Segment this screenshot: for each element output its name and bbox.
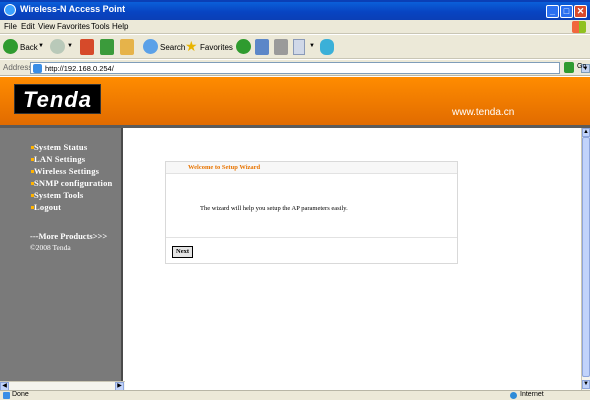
address-field[interactable]: http://192.168.0.254/ ▼ bbox=[30, 62, 590, 74]
window-title: Wireless-N Access Point bbox=[20, 4, 126, 14]
sidebar-nav: System Status LAN Settings Wireless Sett… bbox=[0, 128, 123, 381]
toolbar: Back ▼ ▼ Search ★ Favorites ▼ bbox=[0, 35, 590, 59]
address-bar: Address http://192.168.0.254/ ▼ Go bbox=[0, 60, 590, 76]
sidebar-item-system-tools[interactable]: System Tools bbox=[34, 190, 83, 200]
menu-bar: File Edit View Favorites Tools Help bbox=[0, 20, 590, 34]
address-url[interactable]: http://192.168.0.254/ bbox=[45, 64, 114, 73]
security-zone-text: Internet bbox=[520, 391, 544, 398]
minimize-button[interactable]: _ bbox=[546, 5, 559, 18]
logo-text: Tenda bbox=[23, 87, 92, 112]
menu-favorites[interactable]: Favorites bbox=[57, 22, 90, 31]
scrollbar-thumb[interactable] bbox=[582, 137, 590, 377]
page-vertical-scrollbar[interactable]: ▲ ▼ bbox=[581, 128, 590, 390]
sidebar-item-logout[interactable]: Logout bbox=[34, 202, 61, 212]
history-icon[interactable] bbox=[236, 39, 251, 54]
edit-icon[interactable] bbox=[293, 39, 305, 55]
search-icon[interactable] bbox=[143, 39, 158, 54]
maximize-button[interactable]: □ bbox=[560, 5, 573, 18]
close-button[interactable]: ✕ bbox=[574, 5, 587, 18]
forward-arrow-icon[interactable] bbox=[50, 39, 65, 54]
page-header: Tenda www.tenda.cn bbox=[0, 77, 590, 125]
windows-logo-icon bbox=[572, 21, 586, 33]
wizard-description: The wizard will help you setup the AP pa… bbox=[200, 205, 348, 212]
go-button-label[interactable]: Go bbox=[577, 63, 586, 70]
refresh-icon[interactable] bbox=[100, 39, 114, 55]
next-button[interactable]: Next bbox=[172, 246, 193, 258]
scroll-down-icon[interactable]: ▼ bbox=[582, 380, 590, 389]
copyright-text: ©2008 Tenda bbox=[30, 243, 71, 252]
more-products-link[interactable]: ---More Products>>> bbox=[30, 231, 107, 241]
forward-dropdown-icon[interactable]: ▼ bbox=[67, 43, 73, 49]
status-text: Done bbox=[12, 391, 29, 398]
setup-wizard-panel: Welcome to Setup Wizard The wizard will … bbox=[165, 161, 458, 264]
sidebar-item-system-status[interactable]: System Status bbox=[34, 142, 87, 152]
stop-icon[interactable] bbox=[80, 39, 94, 55]
address-label: Address bbox=[3, 63, 33, 72]
header-site-url: www.tenda.cn bbox=[452, 107, 515, 118]
wizard-divider bbox=[166, 237, 457, 238]
mail-icon[interactable] bbox=[255, 39, 269, 55]
back-dropdown-icon[interactable]: ▼ bbox=[38, 43, 44, 49]
edit-dropdown-icon[interactable]: ▼ bbox=[309, 43, 315, 49]
sidebar-item-lan-settings[interactable]: LAN Settings bbox=[34, 154, 85, 164]
ie-icon bbox=[4, 4, 16, 16]
wizard-header: Welcome to Setup Wizard bbox=[166, 162, 457, 174]
favorites-star-icon[interactable]: ★ bbox=[185, 39, 199, 55]
menu-file[interactable]: File bbox=[4, 22, 17, 31]
menu-edit[interactable]: Edit bbox=[21, 22, 35, 31]
status-bar: Done Internet bbox=[0, 390, 590, 400]
home-icon[interactable] bbox=[120, 39, 134, 55]
wizard-title: Welcome to Setup Wizard bbox=[188, 164, 261, 171]
messenger-icon[interactable] bbox=[320, 39, 334, 55]
favorites-button-label[interactable]: Favorites bbox=[200, 43, 233, 52]
sidebar-item-snmp-configuration[interactable]: SNMP configuration bbox=[34, 178, 112, 188]
menu-help[interactable]: Help bbox=[112, 22, 128, 31]
page-icon bbox=[33, 64, 42, 73]
scroll-up-icon[interactable]: ▲ bbox=[582, 128, 590, 137]
sidebar-item-wireless-settings[interactable]: Wireless Settings bbox=[34, 166, 99, 176]
tenda-logo: Tenda bbox=[14, 84, 101, 114]
window-titlebar[interactable]: Wireless-N Access Point _ □ ✕ bbox=[0, 0, 590, 20]
go-arrow-icon[interactable] bbox=[564, 62, 574, 73]
menu-tools[interactable]: Tools bbox=[91, 22, 110, 31]
search-button-label[interactable]: Search bbox=[160, 43, 185, 52]
print-icon[interactable] bbox=[274, 39, 288, 55]
back-button-label[interactable]: Back bbox=[20, 43, 38, 52]
menu-view[interactable]: View bbox=[38, 22, 55, 31]
main-content: Welcome to Setup Wizard The wizard will … bbox=[125, 128, 581, 390]
page-done-icon bbox=[3, 392, 10, 399]
back-arrow-icon[interactable] bbox=[3, 39, 18, 54]
internet-zone-icon bbox=[510, 392, 517, 399]
sidebar-horizontal-scrollbar[interactable]: ◀ ▶ bbox=[0, 381, 125, 391]
